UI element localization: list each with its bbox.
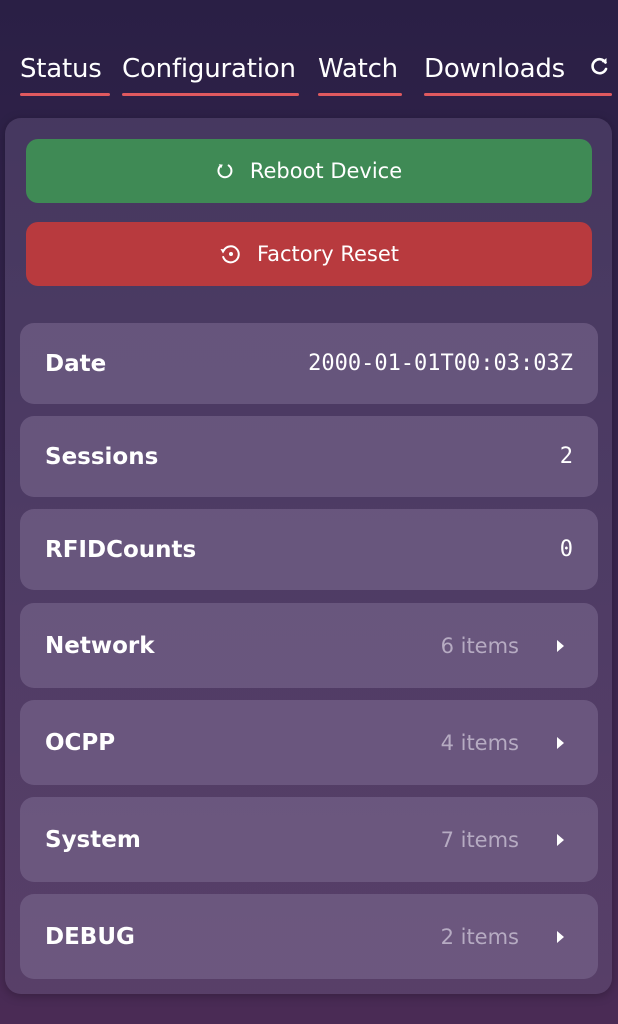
group-row-ocpp[interactable]: OCPP 4 items xyxy=(20,700,598,785)
factory-reset-label: Factory Reset xyxy=(256,242,400,266)
caret-right-icon xyxy=(557,736,564,749)
history-icon xyxy=(220,245,240,264)
debug-count: 2 items xyxy=(440,924,519,949)
caret-right-icon xyxy=(557,639,564,652)
system-label: System xyxy=(45,826,141,853)
tab-watch-underline xyxy=(318,93,402,96)
tab-configuration-underline xyxy=(122,93,299,96)
status-panel: Reboot Device Factory Reset Date 2000-01… xyxy=(5,118,612,994)
debug-label: DEBUG xyxy=(45,923,135,950)
system-count: 7 items xyxy=(440,827,519,852)
tab-downloads-underline xyxy=(424,93,612,96)
tab-status-label: Status xyxy=(20,54,102,84)
group-row-debug[interactable]: DEBUG 2 items xyxy=(20,894,598,979)
date-label: Date xyxy=(45,350,107,377)
tab-downloads[interactable]: Downloads xyxy=(424,50,612,96)
rfidcounts-label: RFIDCounts xyxy=(45,536,197,563)
ocpp-count: 4 items xyxy=(440,730,519,755)
ocpp-label: OCPP xyxy=(45,729,116,756)
status-row-sessions: Sessions 2 xyxy=(20,416,598,497)
sessions-value: 2 xyxy=(559,444,573,469)
tab-status-underline xyxy=(20,93,110,96)
caret-right-icon xyxy=(557,930,564,943)
tab-status[interactable]: Status xyxy=(20,50,110,96)
network-label: Network xyxy=(45,632,155,659)
tab-watch-label: Watch xyxy=(318,54,398,84)
rotate-icon xyxy=(217,164,233,179)
status-row-date: Date 2000-01-01T00:03:03Z xyxy=(20,323,598,404)
sessions-label: Sessions xyxy=(45,443,159,470)
reboot-device-label: Reboot Device xyxy=(249,159,403,183)
refresh-icon[interactable] xyxy=(590,56,610,76)
date-value: 2000-01-01T00:03:03Z xyxy=(308,351,573,376)
tab-configuration[interactable]: Configuration xyxy=(122,50,299,96)
group-row-network[interactable]: Network 6 items xyxy=(20,603,598,688)
reboot-device-button[interactable]: Reboot Device xyxy=(26,139,592,203)
rfidcounts-value: 0 xyxy=(559,537,573,562)
status-row-rfidcounts: RFIDCounts 0 xyxy=(20,509,598,590)
network-count: 6 items xyxy=(440,633,519,658)
tab-configuration-label: Configuration xyxy=(122,54,296,84)
group-row-system[interactable]: System 7 items xyxy=(20,797,598,882)
tab-watch[interactable]: Watch xyxy=(318,50,402,96)
tab-downloads-label: Downloads xyxy=(424,54,565,84)
caret-right-icon xyxy=(557,833,564,846)
factory-reset-button[interactable]: Factory Reset xyxy=(26,222,592,286)
tab-bar: Status Configuration Watch Downloads xyxy=(20,50,612,98)
